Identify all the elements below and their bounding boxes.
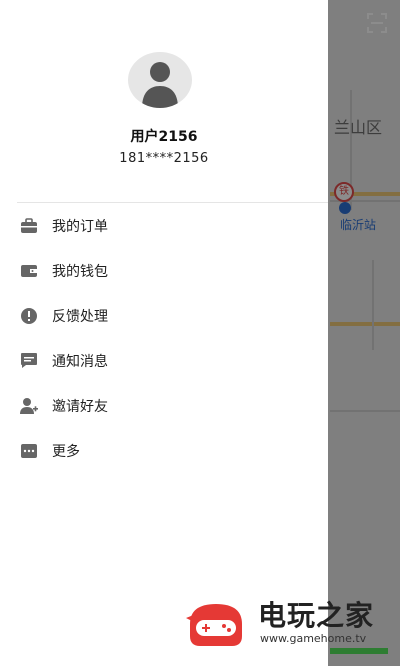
message-icon — [20, 352, 38, 370]
avatar[interactable] — [128, 52, 192, 108]
briefcase-icon — [20, 217, 38, 235]
user-silhouette-icon — [142, 62, 178, 108]
menu-item-label: 邀请好友 — [52, 398, 108, 415]
user-name: 用户2156 — [130, 129, 198, 145]
menu-item-label: 通知消息 — [52, 353, 108, 370]
menu-item-wallet[interactable]: 我的钱包 — [0, 248, 328, 293]
menu-item-label: 我的订单 — [52, 218, 108, 235]
menu-item-label: 更多 — [52, 443, 80, 460]
menu-item-invite[interactable]: 邀请好友 — [0, 383, 328, 428]
wallet-icon — [20, 262, 38, 280]
side-drawer: 用户2156 181****2156 我的订单 我的钱包 反馈处理 通知消息 邀… — [0, 0, 328, 666]
menu-item-orders[interactable]: 我的订单 — [0, 203, 328, 248]
watermark-url: www.gamehome.tv — [260, 632, 367, 645]
map-green-button-edge — [330, 648, 388, 654]
more-icon — [20, 442, 38, 460]
watermark-brand: 电玩之家 — [258, 599, 375, 632]
alert-circle-icon — [20, 307, 38, 325]
drawer-menu: 我的订单 我的钱包 反馈处理 通知消息 邀请好友 更多 — [0, 203, 328, 473]
watermark: 电玩之家 www.gamehome.tv — [178, 592, 388, 658]
menu-item-label: 我的钱包 — [52, 263, 108, 280]
watermark-logo — [182, 596, 250, 652]
user-phone: 181****2156 — [119, 151, 209, 166]
menu-item-label: 反馈处理 — [52, 308, 108, 325]
menu-item-feedback[interactable]: 反馈处理 — [0, 293, 328, 338]
menu-item-more[interactable]: 更多 — [0, 428, 328, 473]
add-user-icon — [20, 397, 38, 415]
menu-item-notifications[interactable]: 通知消息 — [0, 338, 328, 383]
